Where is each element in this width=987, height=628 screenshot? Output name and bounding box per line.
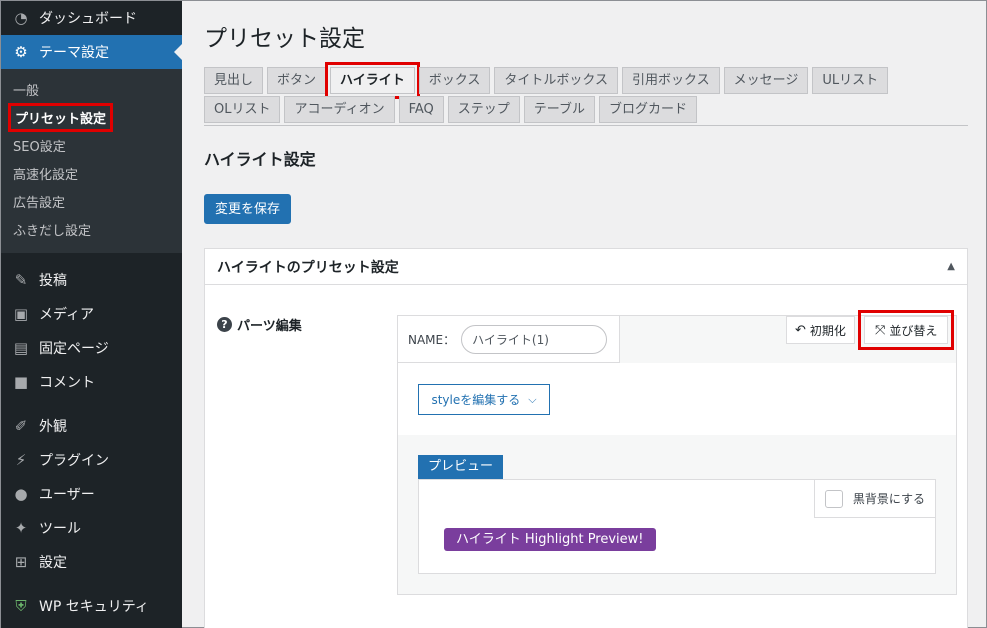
submenu-item-ads[interactable]: 広告設定 <box>1 187 182 215</box>
admin-sidebar: ◔ ダッシュボード ⚙ テーマ設定 一般 プリセット設定 SEO設定 高速化設定… <box>1 1 182 628</box>
sidebar-item-label: プラグイン <box>39 453 109 469</box>
tab-faq[interactable]: FAQ <box>398 96 444 123</box>
sidebar-item-media[interactable]: ▣ メディア <box>1 297 182 331</box>
sidebar-item-plugins[interactable]: ⚡ プラグイン <box>1 443 182 477</box>
tab-accordion[interactable]: アコーディオン <box>284 96 395 123</box>
sidebar-item-label: ユーザー <box>39 487 95 503</box>
sidebar-item-label: 固定ページ <box>39 341 109 357</box>
section-heading: ハイライト設定 <box>204 150 316 169</box>
submenu-item-preset[interactable]: プリセット設定 <box>1 102 182 132</box>
theme-submenu: 一般 プリセット設定 SEO設定 高速化設定 広告設定 ふきだし設定 <box>1 69 182 253</box>
tab-step[interactable]: ステップ <box>447 96 520 123</box>
parts-edit-label: ? パーツ編集 <box>217 315 302 334</box>
collapse-arrow-icon[interactable]: ▲ <box>947 261 955 272</box>
settings-icon: ⊞ <box>14 553 28 571</box>
sidebar-item-label: ツール <box>39 521 81 537</box>
move-icon: ⤧ <box>875 322 886 338</box>
tab-button[interactable]: ボタン <box>267 67 327 94</box>
user-icon: ● <box>14 485 28 503</box>
dark-background-toggle[interactable]: 黒背景にする <box>813 480 935 518</box>
page-title: プリセット設定 <box>204 26 365 52</box>
sidebar-item-tools[interactable]: ✦ ツール <box>1 511 182 545</box>
name-input[interactable]: ハイライト(1) <box>461 324 608 354</box>
parts-editor: NAME： ハイライト(1) ↶ 初期化 ⤧ 並び替え styleを編集する ⌵… <box>397 310 957 595</box>
name-field-group: NAME： ハイライト(1) <box>398 316 620 363</box>
media-icon: ▣ <box>13 305 29 323</box>
submenu-item-balloon[interactable]: ふきだし設定 <box>1 215 182 243</box>
dark-background-checkbox[interactable] <box>824 489 843 508</box>
sidebar-item-posts[interactable]: ✎ 投稿 <box>1 263 182 297</box>
chevron-down-icon: ⌵ <box>528 392 537 406</box>
tab-ul-list[interactable]: ULリスト <box>812 67 889 94</box>
sidebar-item-users[interactable]: ● ユーザー <box>1 477 182 511</box>
sort-button[interactable]: ⤧ 並び替え <box>857 310 955 350</box>
tab-box[interactable]: ボックス <box>418 67 491 94</box>
plugin-icon: ⚡ <box>15 451 27 469</box>
help-icon[interactable]: ? <box>217 317 232 332</box>
tab-table[interactable]: テーブル <box>523 96 596 123</box>
panel-header[interactable]: ハイライトのプリセット設定 ▲ <box>205 249 967 285</box>
brush-icon: ✐ <box>14 417 28 435</box>
save-button[interactable]: 変更を保存 <box>204 194 292 224</box>
name-label: NAME： <box>408 332 456 347</box>
panel-body: ? パーツ編集 NAME： ハイライト(1) ↶ 初期化 ⤧ 並び替え styl… <box>205 285 967 595</box>
tab-ol-list[interactable]: OLリスト <box>204 96 281 123</box>
sidebar-item-label: ダッシュボード <box>39 11 137 27</box>
dashboard-icon: ◔ <box>14 9 28 27</box>
sidebar-item-label: 設定 <box>39 555 67 571</box>
page-icon: ▤ <box>13 339 29 357</box>
sidebar-item-pages[interactable]: ▤ 固定ページ <box>1 331 182 365</box>
preview-area: 黒背景にする ハイライト Highlight Preview! <box>418 479 936 574</box>
tab-blog-card[interactable]: ブログカード <box>599 96 698 123</box>
preset-tabs: 見出し ボタン ハイライト ボックス タイトルボックス 引用ボックス メッセージ… <box>204 62 968 126</box>
sidebar-item-label: 投稿 <box>39 273 67 289</box>
sidebar-item-label: WP セキュリティ <box>39 599 149 615</box>
sidebar-item-security[interactable]: ⛨ WP セキュリティ <box>1 589 182 623</box>
tab-quote-box[interactable]: 引用ボックス <box>622 67 720 94</box>
wrench-icon: ✦ <box>14 519 28 537</box>
sidebar-item-label: コメント <box>39 375 95 391</box>
tab-message[interactable]: メッセージ <box>723 67 809 94</box>
edit-style-button[interactable]: styleを編集する ⌵ <box>418 384 550 415</box>
sidebar-item-settings[interactable]: ⊞ 設定 <box>1 545 182 579</box>
comment-icon: ■ <box>13 373 29 391</box>
tab-title-box[interactable]: タイトルボックス <box>494 67 619 94</box>
reset-button[interactable]: ↶ 初期化 <box>786 316 855 344</box>
sidebar-item-appearance[interactable]: ✐ 外観 <box>1 409 182 443</box>
sidebar-item-label: 外観 <box>39 419 67 435</box>
highlight-preview-sample: ハイライト Highlight Preview! <box>444 528 656 551</box>
tab-heading[interactable]: 見出し <box>204 67 264 94</box>
panel-title: ハイライトのプリセット設定 <box>217 259 399 276</box>
sidebar-item-dashboard[interactable]: ◔ ダッシュボード <box>1 1 182 35</box>
preset-panel: ハイライトのプリセット設定 ▲ ? パーツ編集 NAME： ハイライト(1) ↶… <box>204 248 968 628</box>
sidebar-item-label: メディア <box>39 307 95 323</box>
submenu-item-general[interactable]: 一般 <box>1 75 182 103</box>
main-content: プリセット設定 見出し ボタン ハイライト ボックス タイトルボックス 引用ボッ… <box>182 1 986 628</box>
tab-highlight[interactable]: ハイライト <box>325 62 420 99</box>
undo-icon: ↶ <box>795 322 806 338</box>
sidebar-item-label: テーマ設定 <box>39 45 109 61</box>
preview-tab: プレビュー <box>418 455 504 479</box>
sidebar-item-comments[interactable]: ■ コメント <box>1 365 182 399</box>
gear-icon: ⚙ <box>14 43 28 61</box>
submenu-item-seo[interactable]: SEO設定 <box>1 131 182 159</box>
submenu-item-speed[interactable]: 高速化設定 <box>1 159 182 187</box>
shield-icon: ⛨ <box>15 597 27 615</box>
pin-icon: ✎ <box>14 271 28 289</box>
sidebar-item-theme-settings[interactable]: ⚙ テーマ設定 <box>1 35 182 69</box>
